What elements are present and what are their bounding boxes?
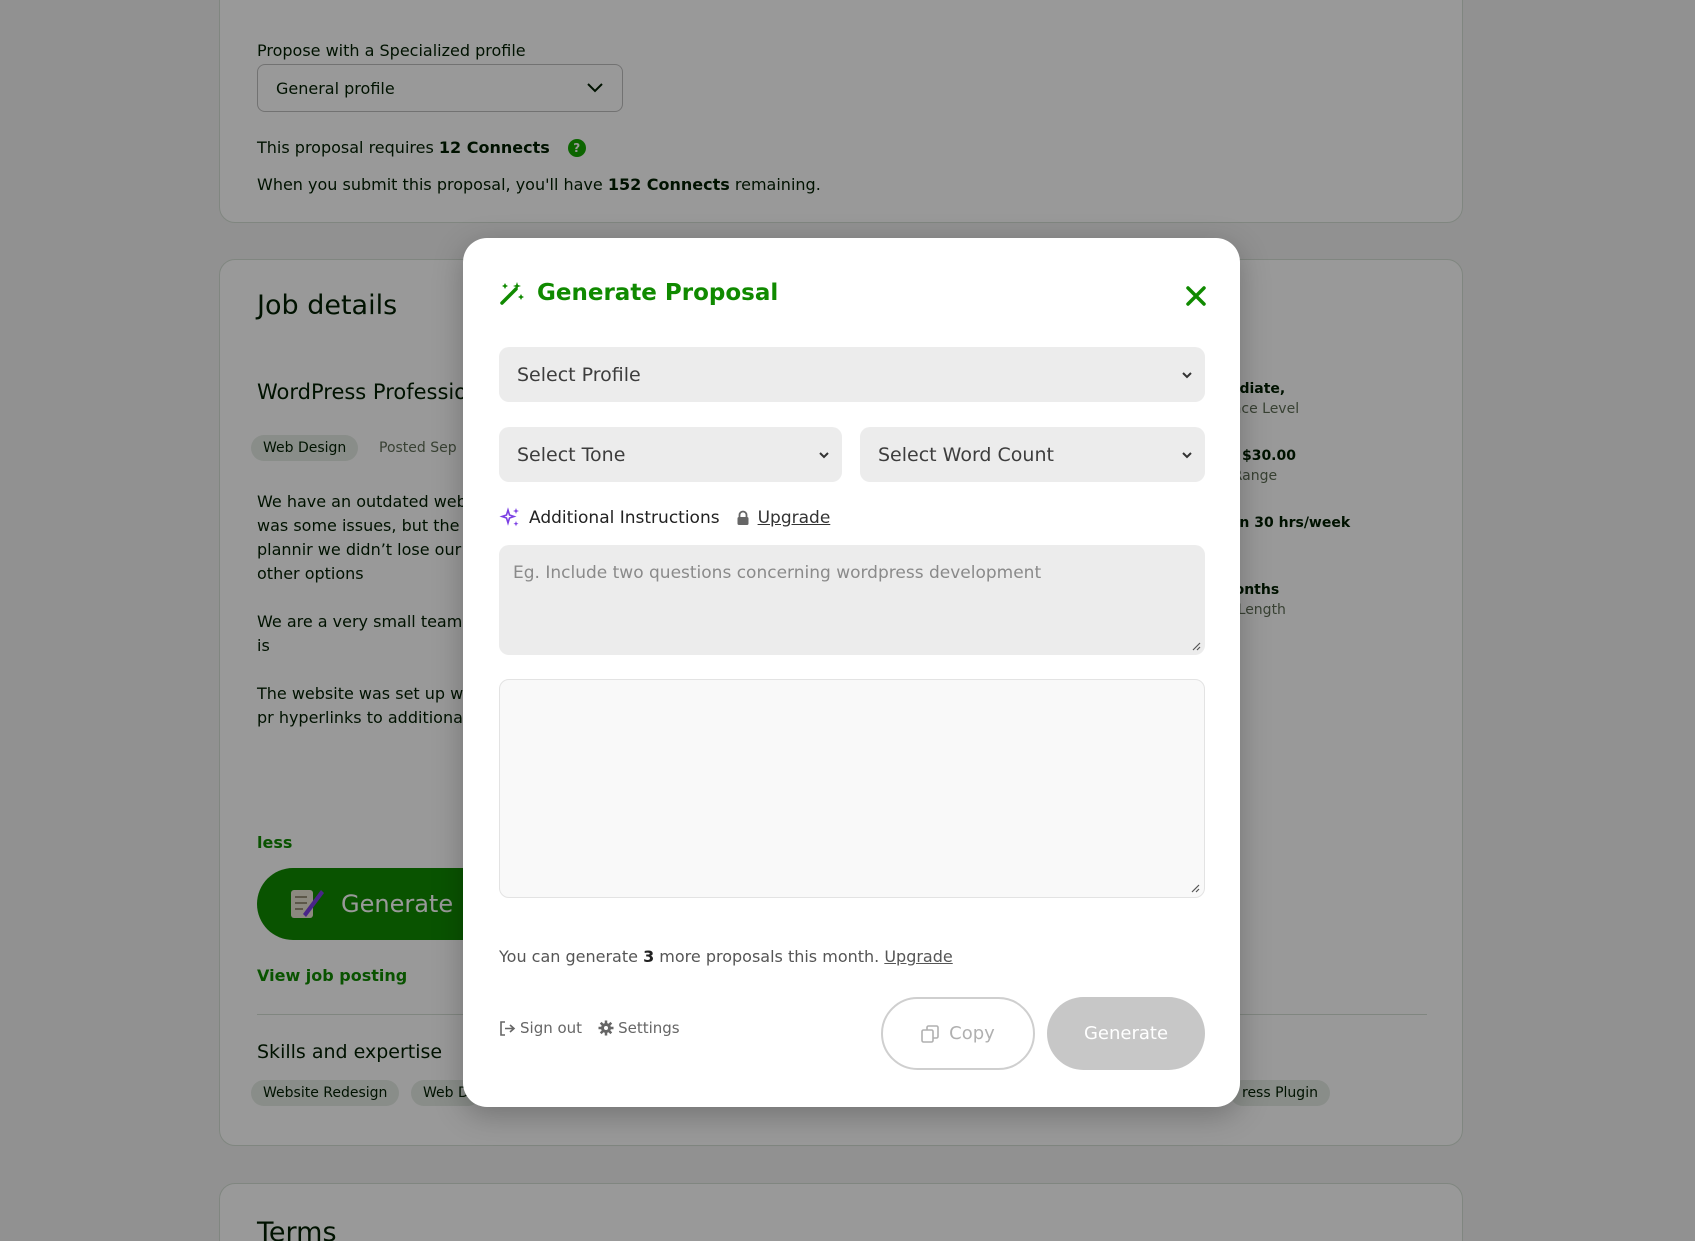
proposal-output-textarea[interactable] <box>499 679 1205 898</box>
instructions-placeholder: Eg. Include two questions concerning wor… <box>513 563 1042 583</box>
select-profile-dropdown[interactable]: Select Profile <box>499 347 1205 402</box>
magic-wand-icon <box>500 282 524 305</box>
modal-title: Generate Proposal <box>537 280 779 306</box>
modal-header: Generate Proposal <box>499 280 778 306</box>
upgrade-link[interactable]: Upgrade <box>758 508 831 528</box>
select-profile-value: Select Profile <box>517 363 641 386</box>
copy-icon <box>921 1024 939 1043</box>
select-word-count-dropdown[interactable]: Select Word Count <box>860 427 1205 482</box>
quota-count: 3 <box>643 947 655 966</box>
settings-label: Settings <box>618 1019 680 1037</box>
sign-out-label: Sign out <box>520 1019 583 1037</box>
sign-out-link[interactable]: Sign out <box>499 1019 582 1037</box>
quota-suffix: more proposals this month. <box>654 947 885 966</box>
select-word-count-value: Select Word Count <box>878 443 1054 466</box>
instructions-textarea[interactable]: Eg. Include two questions concerning wor… <box>499 545 1205 655</box>
quota-prefix: You can generate <box>499 947 644 966</box>
lock-icon <box>737 510 749 525</box>
sparkles-icon <box>499 507 519 527</box>
chevron-down-icon <box>819 451 829 458</box>
resize-handle-icon[interactable] <box>1190 883 1200 893</box>
generate-button[interactable]: Generate <box>1047 997 1205 1070</box>
quota-message: You can generate 3 more proposals this m… <box>499 947 953 966</box>
copy-label: Copy <box>949 1023 995 1044</box>
settings-link[interactable]: Settings <box>598 1019 680 1037</box>
chevron-down-icon <box>1182 451 1192 458</box>
quota-upgrade-link[interactable]: Upgrade <box>884 947 952 966</box>
additional-instructions-label: Additional Instructions <box>529 508 720 528</box>
copy-button[interactable]: Copy <box>881 997 1035 1070</box>
additional-instructions-row: Additional Instructions Upgrade <box>499 507 830 529</box>
modal-footer-links: Sign out Settings <box>499 1019 680 1037</box>
generate-proposal-modal: Generate Proposal Select Profile Select … <box>463 238 1240 1107</box>
select-tone-dropdown[interactable]: Select Tone <box>499 427 842 482</box>
resize-handle-icon[interactable] <box>1191 641 1201 651</box>
generate-label: Generate <box>1083 1023 1169 1044</box>
gear-icon <box>598 1020 614 1036</box>
close-icon[interactable] <box>1182 282 1210 310</box>
chevron-down-icon <box>1182 371 1192 378</box>
select-tone-value: Select Tone <box>517 443 626 466</box>
sign-out-icon <box>500 1020 516 1036</box>
